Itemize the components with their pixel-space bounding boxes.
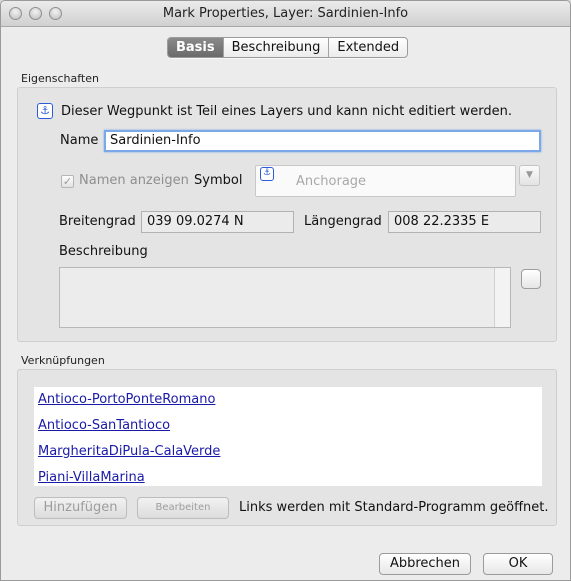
symbol-dropdown-button[interactable]: ▼	[519, 165, 540, 186]
link-item[interactable]: Antioco-PortoPonteRomano	[38, 392, 215, 407]
links-section-label: Verknüpfungen	[21, 354, 105, 367]
description-scrollbar[interactable]	[494, 268, 510, 327]
description-edit-button[interactable]	[521, 269, 541, 289]
window-title: Mark Properties, Layer: Sardinien-Info	[162, 6, 409, 21]
tab-beschreibung[interactable]: Beschreibung	[222, 38, 329, 57]
longitude-label: Längengrad	[304, 214, 382, 229]
mark-properties-window: Mark Properties, Layer: Sardinien-Info B…	[0, 0, 571, 581]
tab-bar: Basis Beschreibung Extended	[167, 37, 409, 58]
show-name-label: Namen anzeigen	[79, 173, 189, 188]
description-label: Beschreibung	[59, 244, 148, 259]
link-item[interactable]: MargheritaDiPula-CalaVerde	[38, 444, 220, 459]
layer-info-row: ⚓ Dieser Wegpunkt ist Teil eines Layers …	[37, 103, 512, 119]
add-link-button[interactable]: Hinzufügen	[34, 497, 127, 519]
title-bar[interactable]: Mark Properties, Layer: Sardinien-Info	[1, 1, 570, 27]
anchor-icon: ⚓	[260, 167, 274, 181]
tab-extended[interactable]: Extended	[328, 38, 407, 57]
name-label: Name	[60, 133, 99, 148]
symbol-value: Anchorage	[296, 174, 367, 189]
symbol-select[interactable]: ⚓ Anchorage	[255, 165, 516, 197]
symbol-label: Symbol	[194, 173, 243, 188]
properties-section-label: Eigenschaften	[21, 72, 99, 85]
link-item[interactable]: Antioco-SanTantioco	[38, 418, 170, 433]
anchor-icon: ⚓	[37, 103, 53, 119]
name-field[interactable]: Sardinien-Info	[104, 130, 541, 152]
latitude-label: Breitengrad	[59, 214, 136, 229]
latitude-field[interactable]: 039 09.0274 N	[141, 211, 294, 233]
links-note: Links werden mit Standard-Programm geöff…	[239, 500, 549, 515]
longitude-field[interactable]: 008 22.2335 E	[388, 211, 541, 233]
chevron-down-icon: ▼	[526, 170, 533, 180]
description-textarea[interactable]	[59, 267, 511, 328]
ok-button[interactable]: OK	[483, 553, 553, 575]
link-item[interactable]: Piani-VillaMarina	[38, 470, 145, 485]
show-name-checkbox[interactable]: ✓	[61, 175, 74, 188]
edit-link-button[interactable]: Bearbeiten	[137, 497, 229, 519]
tab-basis[interactable]: Basis	[168, 38, 223, 57]
layer-info-text: Dieser Wegpunkt ist Teil eines Layers un…	[61, 103, 513, 119]
links-list: Antioco-PortoPonteRomano Antioco-SanTant…	[34, 387, 542, 486]
cancel-button[interactable]: Abbrechen	[379, 553, 471, 575]
